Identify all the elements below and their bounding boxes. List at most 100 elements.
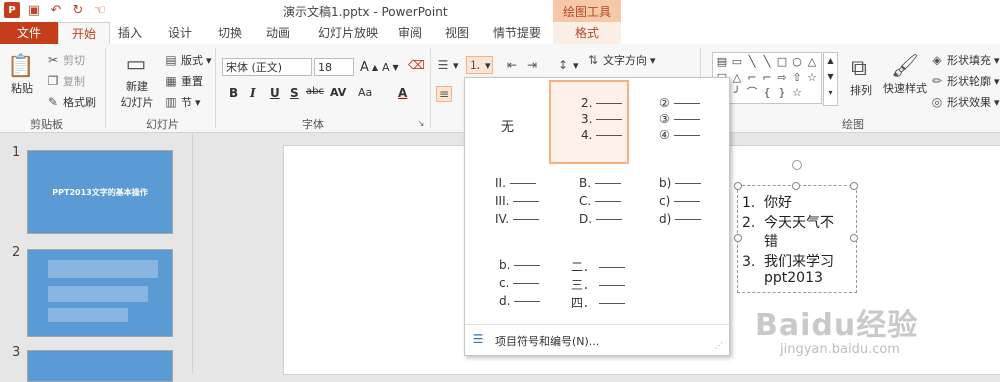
resize-handle[interactable] [734, 234, 742, 242]
numbering-option-roman[interactable]: II. III. IV. [471, 164, 547, 244]
shape-textbox-icon[interactable]: ▤ [715, 55, 729, 69]
numbering-option-arabic[interactable]: 2. 3. 4. [549, 80, 629, 164]
resize-handle[interactable] [850, 234, 858, 242]
arrange-button[interactable]: ⧉ 排列 [844, 54, 878, 98]
shape-star-icon[interactable]: ☆ [790, 86, 804, 100]
shape-connector-icon[interactable]: ⌐ [745, 71, 759, 85]
strikethrough-button[interactable]: abc [306, 86, 324, 97]
change-case-button[interactable]: Aa [358, 86, 372, 99]
shape-outline-button[interactable]: ✏ 形状轮廓 ▾ [930, 73, 1000, 89]
tab-design[interactable]: 设计 [160, 22, 200, 44]
char-spacing-button[interactable]: AV [330, 86, 346, 99]
list-item[interactable]: 1. 你好 [742, 192, 792, 212]
save-icon[interactable]: ▣ [26, 2, 42, 18]
resize-handle[interactable] [850, 182, 858, 190]
bullets-button[interactable]: ☰ ▾ [436, 58, 459, 72]
reset-button[interactable]: ▦ 重置 [164, 73, 203, 89]
numbering-option-upper-alpha[interactable]: B. C. D. [551, 164, 627, 244]
tab-storyboard[interactable]: 情节提要 [485, 22, 549, 44]
italic-button[interactable]: I [250, 86, 256, 100]
slides-group-label: 幻灯片 [146, 118, 179, 131]
grow-font-button[interactable]: A ▲ [360, 60, 378, 75]
undo-icon[interactable]: ↶ [48, 2, 64, 18]
clear-format-button[interactable]: ⌫ [408, 58, 425, 72]
numbering-option-chinese[interactable]: 二． 三． 四． [563, 246, 639, 326]
shape-line-icon[interactable]: ╲ [760, 55, 774, 69]
list-item[interactable]: ppt2013 [742, 270, 823, 286]
dialog-launcher-icon[interactable]: ↘ [414, 117, 428, 131]
tab-animations[interactable]: 动画 [258, 22, 298, 44]
shape-oval-icon[interactable]: ○ [790, 55, 804, 69]
text-direction-button[interactable]: ⇅ 文字方向 ▾ [586, 52, 656, 68]
font-color-button[interactable]: A [398, 86, 407, 100]
format-painter-button[interactable]: ✎ 格式刷 [46, 94, 96, 110]
line-spacing-button[interactable]: ↕ ▾ [556, 58, 579, 72]
tab-transitions[interactable]: 切换 [210, 22, 250, 44]
shape-brace-icon[interactable]: } [775, 86, 789, 100]
tab-slideshow[interactable]: 幻灯片放映 [308, 22, 388, 44]
slide-thumbnail-3[interactable] [27, 350, 173, 382]
tab-insert[interactable]: 插入 [110, 22, 150, 44]
rotate-handle-icon[interactable] [792, 160, 802, 170]
shape-connector-icon[interactable]: ⌐ [760, 71, 774, 85]
resize-handle[interactable] [792, 182, 800, 190]
underline-button[interactable]: U [270, 86, 280, 100]
align-left-button[interactable]: ≡ [436, 86, 452, 102]
numbering-option-lower-alpha[interactable]: b. c. d. [471, 246, 547, 326]
new-slide-button[interactable]: ▭ 新建 幻灯片 [112, 50, 162, 110]
shape-line-icon[interactable]: ╲ [745, 55, 759, 69]
powerpoint-logo-icon[interactable]: P [4, 2, 20, 18]
quick-styles-icon: 🖌 [891, 53, 919, 79]
slide-thumbnail-2[interactable] [27, 249, 173, 337]
resize-handle[interactable] [734, 182, 742, 190]
text-direction-icon: ⇅ [587, 53, 599, 67]
copy-button[interactable]: ❐ 复制 [46, 73, 85, 89]
shape-triangle-icon[interactable]: △ [805, 55, 819, 69]
shape-rect-icon[interactable]: □ [775, 55, 789, 69]
cut-button[interactable]: ✂ 剪切 [46, 52, 85, 68]
shadow-button[interactable]: S [290, 86, 299, 100]
shape-brace-icon[interactable]: { [760, 86, 774, 100]
tab-review[interactable]: 审阅 [390, 22, 430, 44]
shapes-gallery-scroll[interactable]: ▲ ▼ ▾ [823, 52, 838, 106]
shape-triangle-icon[interactable]: △ [730, 71, 744, 85]
paste-button[interactable]: 📋 粘贴 [6, 52, 36, 96]
baidu-watermark: Baidu经验 jingyan.baidu.com [755, 300, 995, 370]
tab-view[interactable]: 视图 [437, 22, 477, 44]
bold-button[interactable]: B [229, 86, 238, 100]
shape-curve-icon[interactable]: ⌒ [745, 86, 759, 100]
numbering-option-lower-paren[interactable]: b) c) d) [637, 164, 713, 244]
redo-icon[interactable]: ↻ [70, 2, 86, 18]
shape-rect-icon[interactable]: ▭ [730, 55, 744, 69]
tab-home[interactable]: 开始 [58, 22, 110, 45]
list-item[interactable]: 错 [742, 231, 778, 251]
shrink-font-button[interactable]: A ▼ [382, 61, 399, 74]
tab-format[interactable]: 格式 [553, 22, 621, 44]
section-button[interactable]: ▥ 节 ▾ [164, 94, 200, 110]
blurred-content [48, 260, 158, 278]
resize-grip-icon[interactable]: ⋰ [715, 341, 723, 350]
list-item[interactable]: 2. 今天天气不 [742, 212, 834, 232]
numbering-button[interactable]: ⒈ ▾ [466, 56, 493, 74]
quick-styles-button[interactable]: 🖌 快速样式 [880, 52, 930, 96]
slide-thumbnail-1[interactable]: PPT2013文字的基本操作 [27, 150, 173, 234]
numbering-option-none[interactable]: 无 [471, 82, 547, 162]
touch-mode-icon[interactable]: ☜ [92, 2, 108, 18]
shape-arrow-icon[interactable]: ⇨ [775, 71, 789, 85]
font-size-select[interactable]: 18 [314, 58, 354, 76]
layout-button[interactable]: ▤ 版式 ▾ [164, 52, 211, 68]
selected-text-box[interactable]: 1. 你好 2. 今天天气不 错 3. 我们来学习 ppt2013 [734, 160, 858, 293]
shape-fill-button[interactable]: ◈ 形状填充 ▾ [930, 52, 999, 68]
numbering-option-circled[interactable]: ② ③ ④ [637, 82, 713, 162]
tab-file[interactable]: 文件 [0, 22, 58, 44]
shape-arrow-icon[interactable]: ⇧ [790, 71, 804, 85]
shape-effects-button[interactable]: ◎ 形状效果 ▾ [930, 94, 1000, 110]
font-name-select[interactable]: 宋体 (正文) [222, 58, 312, 76]
shape-star-icon[interactable]: ☆ [805, 71, 819, 85]
shape-curve-icon[interactable]: ╯ [730, 86, 744, 100]
decrease-indent-button[interactable]: ⇤ [505, 58, 519, 72]
list-item[interactable]: 3. 我们来学习 [742, 251, 834, 271]
increase-indent-button[interactable]: ⇥ [525, 58, 539, 72]
bullets-and-numbering-menu-item[interactable]: ☰ 项目符号和编号(N)... ⋰ [465, 324, 729, 355]
quick-access-toolbar: P ▣ ↶ ↻ ☜ [4, 2, 108, 18]
